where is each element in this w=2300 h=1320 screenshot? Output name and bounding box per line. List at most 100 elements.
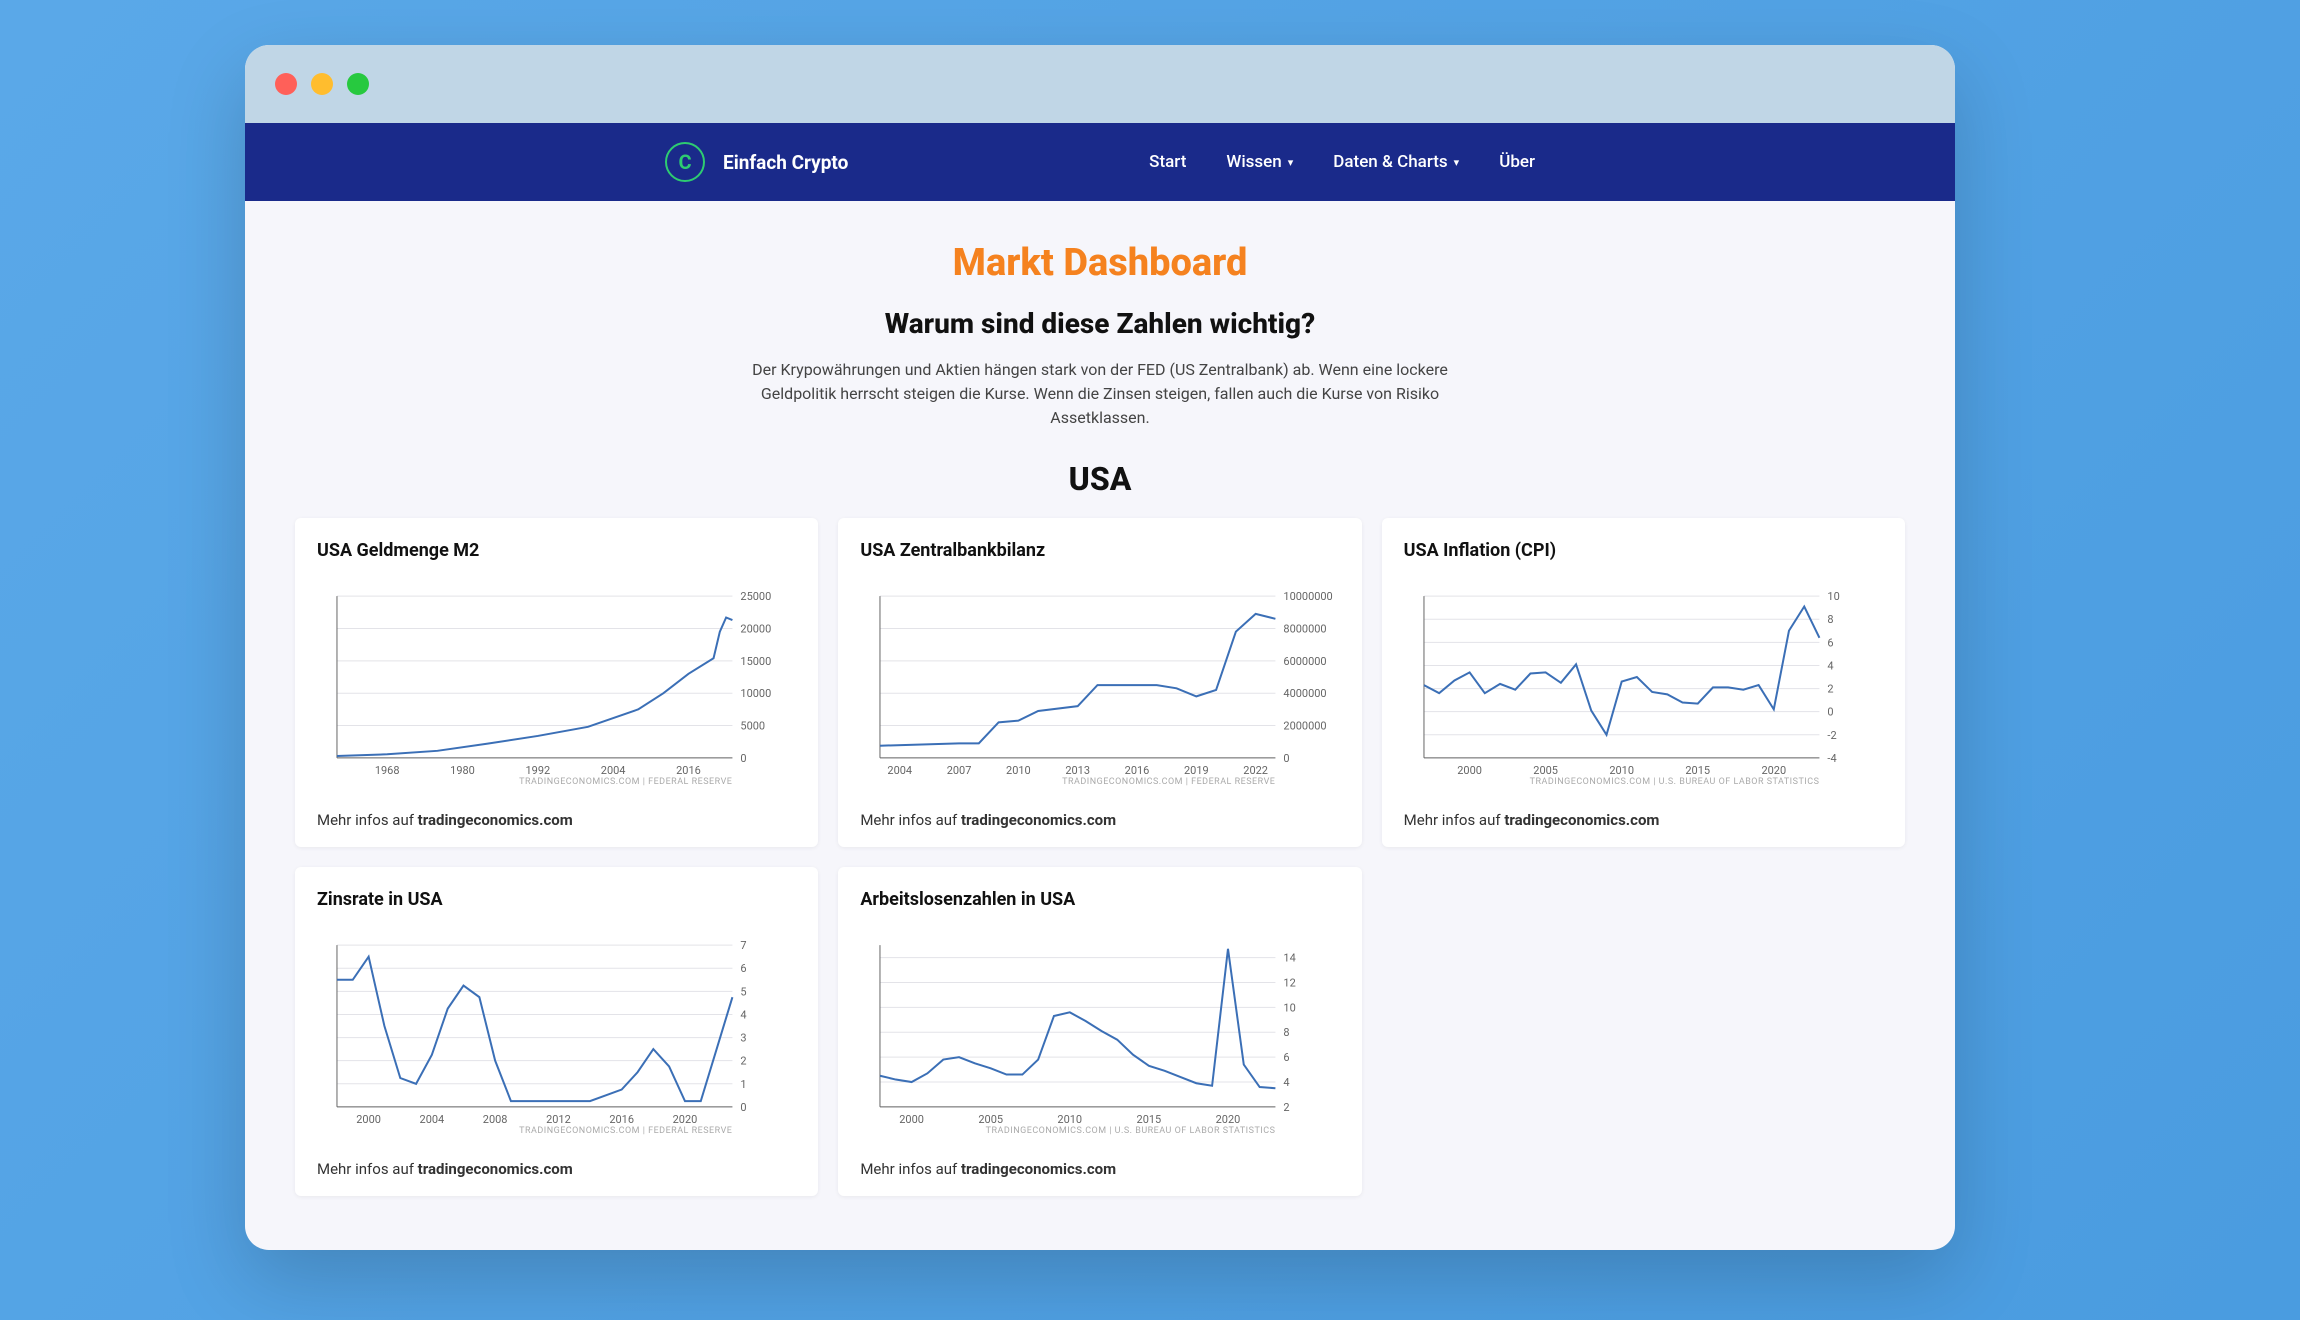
page-content: Markt Dashboard Warum sind diese Zahlen … xyxy=(245,201,1955,1196)
site-navbar: C Einfach Crypto Start Wissen ▾ Daten & C… xyxy=(245,123,1955,201)
svg-text:TRADINGECONOMICS.COM | FEDER: TRADINGECONOMICS.COM | FEDERAL RESERVE xyxy=(519,1126,732,1136)
chart-card-title: USA Zentralbankbilanz xyxy=(860,540,1339,561)
chart-area: 246810121420002005201020152020TRADINGECO… xyxy=(860,920,1339,1150)
svg-text:2007: 2007 xyxy=(947,764,972,777)
svg-text:2004: 2004 xyxy=(420,1113,445,1126)
nav-link-uber[interactable]: Über xyxy=(1499,152,1535,172)
chart-card-title: Zinsrate in USA xyxy=(317,889,796,910)
svg-text:2022: 2022 xyxy=(1244,764,1269,777)
page-subtitle: Warum sind diese Zahlen wichtig? xyxy=(295,307,1905,340)
chart-source-link[interactable]: Mehr infos auf tradingeconomics.com xyxy=(317,1160,796,1178)
svg-text:5000: 5000 xyxy=(740,720,765,733)
svg-text:6: 6 xyxy=(1827,636,1833,649)
line-chart: -4-2024681020002005201020152020TRADINGEC… xyxy=(1404,571,1883,801)
nav-link-label: Daten & Charts xyxy=(1333,152,1447,172)
svg-text:2000: 2000 xyxy=(356,1113,381,1126)
line-chart: 0500010000150002000025000196819801992200… xyxy=(317,571,796,801)
svg-text:4: 4 xyxy=(740,1008,746,1021)
chart-card-title: USA Inflation (CPI) xyxy=(1404,540,1883,561)
svg-text:14: 14 xyxy=(1284,952,1296,965)
svg-text:10000000: 10000000 xyxy=(1284,590,1333,603)
svg-text:10: 10 xyxy=(1827,590,1839,603)
svg-text:2012: 2012 xyxy=(546,1113,571,1126)
nav-link-start[interactable]: Start xyxy=(1149,152,1186,172)
svg-text:12: 12 xyxy=(1284,976,1296,989)
svg-text:4: 4 xyxy=(1827,659,1833,672)
chart-source-link[interactable]: Mehr infos auf tradingeconomics.com xyxy=(1404,811,1883,829)
svg-text:25000: 25000 xyxy=(740,590,771,603)
svg-text:2: 2 xyxy=(740,1055,746,1068)
svg-text:TRADINGECONOMICS.COM | U.S.: TRADINGECONOMICS.COM | U.S. BUREAU OF LA… xyxy=(986,1126,1276,1136)
svg-text:10000: 10000 xyxy=(740,687,771,700)
chart-card-title: Arbeitslosenzahlen in USA xyxy=(860,889,1339,910)
svg-text:2015: 2015 xyxy=(1137,1113,1162,1126)
chart-card: USA Zentralbankbilanz0200000040000006000… xyxy=(838,518,1361,847)
svg-text:2008: 2008 xyxy=(483,1113,508,1126)
window-close-dot[interactable] xyxy=(275,73,297,95)
svg-text:0: 0 xyxy=(1827,706,1833,719)
chart-area: 0200000040000006000000800000010000000200… xyxy=(860,571,1339,801)
svg-text:2004: 2004 xyxy=(601,764,626,777)
svg-text:1980: 1980 xyxy=(450,764,475,777)
svg-text:7: 7 xyxy=(740,939,746,952)
svg-text:2020: 2020 xyxy=(1216,1113,1241,1126)
svg-text:2000: 2000 xyxy=(1457,764,1482,777)
svg-text:2020: 2020 xyxy=(1761,764,1786,777)
svg-text:TRADINGECONOMICS.COM | U.S.: TRADINGECONOMICS.COM | U.S. BUREAU OF LA… xyxy=(1529,777,1819,787)
svg-text:2000000: 2000000 xyxy=(1284,720,1327,733)
svg-text:6: 6 xyxy=(1284,1051,1290,1064)
brand-name[interactable]: Einfach Crypto xyxy=(723,151,848,174)
chevron-down-icon: ▾ xyxy=(1288,156,1294,169)
chart-card: Arbeitslosenzahlen in USA246810121420002… xyxy=(838,867,1361,1196)
section-title-usa: USA xyxy=(295,460,1905,498)
window-zoom-dot[interactable] xyxy=(347,73,369,95)
svg-text:8000000: 8000000 xyxy=(1284,622,1327,635)
svg-text:2004: 2004 xyxy=(888,764,913,777)
chart-source-link[interactable]: Mehr infos auf tradingeconomics.com xyxy=(860,1160,1339,1178)
svg-text:0: 0 xyxy=(1284,752,1290,765)
nav-link-label: Wissen xyxy=(1226,152,1281,172)
nav-link-label: Start xyxy=(1149,152,1186,172)
svg-text:3: 3 xyxy=(740,1032,746,1045)
svg-text:2013: 2013 xyxy=(1066,764,1091,777)
svg-text:1992: 1992 xyxy=(525,764,550,777)
line-chart: 01234567200020042008201220162020TRADINGE… xyxy=(317,920,796,1150)
svg-text:2000: 2000 xyxy=(900,1113,925,1126)
chart-source-link[interactable]: Mehr infos auf tradingeconomics.com xyxy=(317,811,796,829)
svg-text:4: 4 xyxy=(1284,1076,1290,1089)
svg-text:2016: 2016 xyxy=(676,764,701,777)
chart-area: 01234567200020042008201220162020TRADINGE… xyxy=(317,920,796,1150)
brand-logo-icon[interactable]: C xyxy=(665,142,705,182)
intro-paragraph: Der Krypowährungen und Aktien hängen sta… xyxy=(740,358,1460,430)
svg-text:TRADINGECONOMICS.COM | FEDER: TRADINGECONOMICS.COM | FEDERAL RESERVE xyxy=(519,777,732,787)
svg-text:-2: -2 xyxy=(1827,729,1836,742)
svg-text:2005: 2005 xyxy=(1533,764,1558,777)
svg-text:0: 0 xyxy=(740,1101,746,1114)
svg-text:-4: -4 xyxy=(1827,752,1836,765)
svg-text:10: 10 xyxy=(1284,1001,1296,1014)
svg-text:2005: 2005 xyxy=(979,1113,1004,1126)
svg-text:2016: 2016 xyxy=(1125,764,1150,777)
chart-card-title: USA Geldmenge M2 xyxy=(317,540,796,561)
chart-grid: USA Geldmenge M2050001000015000200002500… xyxy=(295,518,1905,1196)
chart-area: 0500010000150002000025000196819801992200… xyxy=(317,571,796,801)
svg-text:2016: 2016 xyxy=(609,1113,634,1126)
chart-area: -4-2024681020002005201020152020TRADINGEC… xyxy=(1404,571,1883,801)
line-chart: 246810121420002005201020152020TRADINGECO… xyxy=(860,920,1339,1150)
svg-text:1: 1 xyxy=(740,1078,746,1091)
window-minimize-dot[interactable] xyxy=(311,73,333,95)
svg-text:2010: 2010 xyxy=(1609,764,1634,777)
line-chart: 0200000040000006000000800000010000000200… xyxy=(860,571,1339,801)
nav-link-label: Über xyxy=(1499,152,1535,172)
svg-text:2010: 2010 xyxy=(1006,764,1031,777)
nav-link-wissen[interactable]: Wissen ▾ xyxy=(1226,152,1293,172)
svg-text:8: 8 xyxy=(1284,1026,1290,1039)
browser-titlebar xyxy=(245,45,1955,123)
chart-card: USA Inflation (CPI)-4-202468102000200520… xyxy=(1382,518,1905,847)
svg-text:6: 6 xyxy=(740,962,746,975)
svg-text:2: 2 xyxy=(1827,683,1833,696)
nav-link-daten-charts[interactable]: Daten & Charts▾ xyxy=(1333,152,1459,172)
svg-text:15000: 15000 xyxy=(740,655,771,668)
chart-source-link[interactable]: Mehr infos auf tradingeconomics.com xyxy=(860,811,1339,829)
svg-text:0: 0 xyxy=(740,752,746,765)
